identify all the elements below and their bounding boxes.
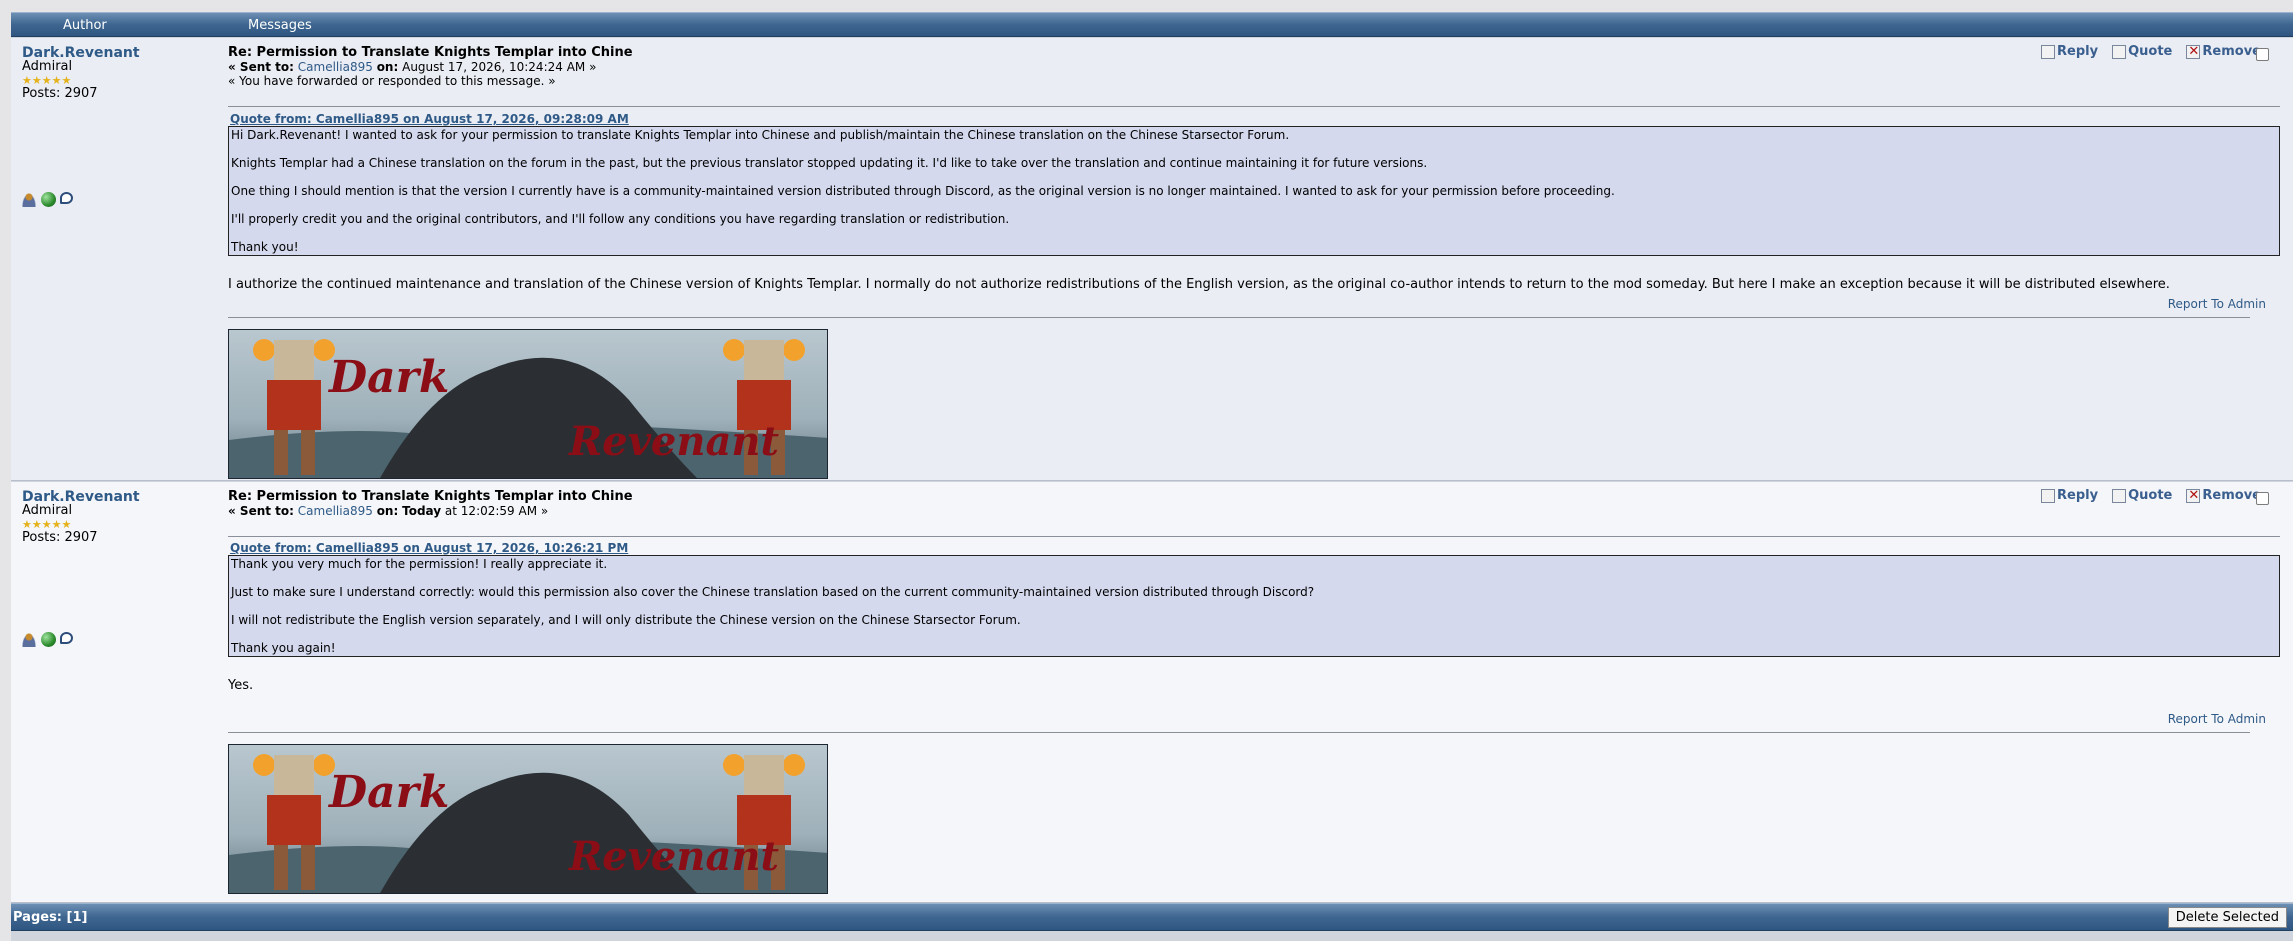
forwarded-note: « You have forwarded or responded to thi… — [228, 74, 556, 88]
reply-button[interactable]: Reply — [2041, 44, 2098, 59]
pm-inbox: Author Messages Dark.Revenant Admiral ★★… — [11, 12, 2293, 941]
select-message-checkbox[interactable] — [2256, 48, 2269, 61]
quote-line: Thank you again! — [231, 641, 336, 655]
quote-button[interactable]: Quote — [2112, 44, 2172, 59]
select-message-checkbox[interactable] — [2256, 492, 2269, 505]
signature-image: Dark Revenant — [229, 745, 827, 893]
reply-label: Reply — [2057, 44, 2099, 59]
message-date-today: Today — [402, 504, 442, 518]
on-label: on: — [376, 60, 399, 74]
quote-header-link[interactable]: Quote from: Camellia895 on August 17, 20… — [230, 541, 628, 555]
quote-icon — [2112, 488, 2127, 503]
remove-label: Remove — [2202, 488, 2261, 503]
message-body: I authorize the continued maintenance an… — [228, 277, 2170, 292]
on-label: on: — [376, 504, 399, 518]
signature-word-2: Revenant — [568, 418, 779, 465]
author-column-header: Author — [63, 18, 107, 33]
signature-image: Dark Revenant — [229, 330, 827, 478]
author-name-link[interactable]: Dark.Revenant — [22, 46, 222, 60]
quote-line: Just to make sure I understand correctly… — [231, 585, 1315, 599]
message-post-2: Dark.Revenant Admiral ★★★★★ Posts: 2907 … — [11, 482, 2293, 903]
author-icons — [22, 192, 73, 207]
message-body: Yes. — [228, 678, 254, 693]
signature-banner: Dark Revenant — [228, 744, 828, 894]
remove-button[interactable]: Remove — [2186, 44, 2261, 59]
profile-icon[interactable] — [22, 632, 37, 647]
signature-banner: Dark Revenant — [228, 329, 828, 479]
author-panel: Dark.Revenant Admiral ★★★★★ Posts: 2907 — [22, 46, 222, 101]
message-actions: Reply Quote Remove — [2041, 488, 2261, 503]
signature-divider — [228, 732, 2250, 733]
quote-line: Thank you! — [231, 240, 299, 254]
author-rank: Admiral — [22, 503, 73, 518]
sent-to-label: « Sent to: — [228, 60, 294, 74]
signature-word-1: Dark — [327, 352, 449, 403]
message-meta: « Sent to: Camellia895 on: August 17, 20… — [228, 60, 2293, 74]
message-header: Re: Permission to Translate Knights Temp… — [228, 46, 2293, 89]
remove-icon — [2186, 488, 2201, 503]
recipient-link[interactable]: Camellia895 — [298, 504, 373, 518]
signature-word-2: Revenant — [568, 833, 779, 880]
recipient-link[interactable]: Camellia895 — [298, 60, 373, 74]
quote-label: Quote — [2128, 44, 2173, 59]
website-globe-icon[interactable] — [41, 192, 56, 207]
message-subject[interactable]: Re: Permission to Translate Knights Temp… — [228, 46, 2293, 60]
quote-header-link[interactable]: Quote from: Camellia895 on August 17, 20… — [230, 112, 629, 126]
author-rank: Admiral — [22, 59, 73, 74]
message-actions: Reply Quote Remove — [2041, 44, 2261, 59]
personal-message-icon[interactable] — [60, 192, 73, 204]
report-to-admin-link[interactable]: Report To Admin — [2168, 712, 2266, 726]
quote-line: Knights Templar had a Chinese translatio… — [231, 156, 1428, 170]
quote-line: One thing I should mention is that the v… — [231, 184, 1615, 198]
reply-button[interactable]: Reply — [2041, 488, 2098, 503]
quote-line: Thank you very much for the permission! … — [231, 557, 608, 571]
messages-column-header: Messages — [248, 18, 312, 33]
author-icons — [22, 632, 73, 647]
report-to-admin-link[interactable]: Report To Admin — [2168, 297, 2266, 311]
profile-icon[interactable] — [22, 192, 37, 207]
reply-icon — [2041, 488, 2056, 503]
footer-bar: Pages: [1] Delete Selected — [11, 903, 2293, 931]
author-panel: Dark.Revenant Admiral ★★★★★ Posts: 2907 — [22, 490, 222, 545]
remove-label: Remove — [2202, 44, 2261, 59]
quote-button[interactable]: Quote — [2112, 488, 2172, 503]
delete-selected-button[interactable]: Delete Selected — [2167, 907, 2287, 928]
message-date: at 12:02:59 AM » — [444, 504, 549, 518]
sent-to-label: « Sent to: — [228, 504, 294, 518]
quote-line: I will not redistribute the English vers… — [231, 613, 1021, 627]
quote-block: Thank you very much for the permission! … — [228, 555, 2280, 657]
personal-message-icon[interactable] — [60, 632, 73, 644]
author-name-link[interactable]: Dark.Revenant — [22, 490, 222, 504]
reply-label: Reply — [2057, 488, 2099, 503]
quote-label: Quote — [2128, 488, 2173, 503]
author-post-count: Posts: 2907 — [22, 86, 98, 101]
website-globe-icon[interactable] — [41, 632, 56, 647]
author-post-count: Posts: 2907 — [22, 530, 98, 545]
divider — [228, 106, 2280, 107]
quote-line: I'll properly credit you and the origina… — [231, 212, 1010, 226]
quote-line: Hi Dark.Revenant! I wanted to ask for yo… — [231, 128, 1290, 142]
divider — [228, 536, 2280, 537]
reply-icon — [2041, 44, 2056, 59]
message-post-1: Dark.Revenant Admiral ★★★★★ Posts: 2907 … — [11, 38, 2293, 481]
quote-block: Hi Dark.Revenant! I wanted to ask for yo… — [228, 126, 2280, 256]
remove-icon — [2186, 44, 2201, 59]
message-subject[interactable]: Re: Permission to Translate Knights Temp… — [228, 490, 2293, 504]
column-header-bar: Author Messages — [11, 12, 2293, 37]
signature-divider — [228, 317, 2250, 318]
remove-button[interactable]: Remove — [2186, 488, 2261, 503]
message-date: August 17, 2026, 10:24:24 AM » — [402, 60, 597, 74]
message-meta: « Sent to: Camellia895 on: Today at 12:0… — [228, 504, 2293, 518]
message-header: Re: Permission to Translate Knights Temp… — [228, 490, 2293, 519]
signature-word-1: Dark — [327, 767, 449, 818]
quote-icon — [2112, 44, 2127, 59]
pagination[interactable]: Pages: [1] — [13, 910, 87, 925]
